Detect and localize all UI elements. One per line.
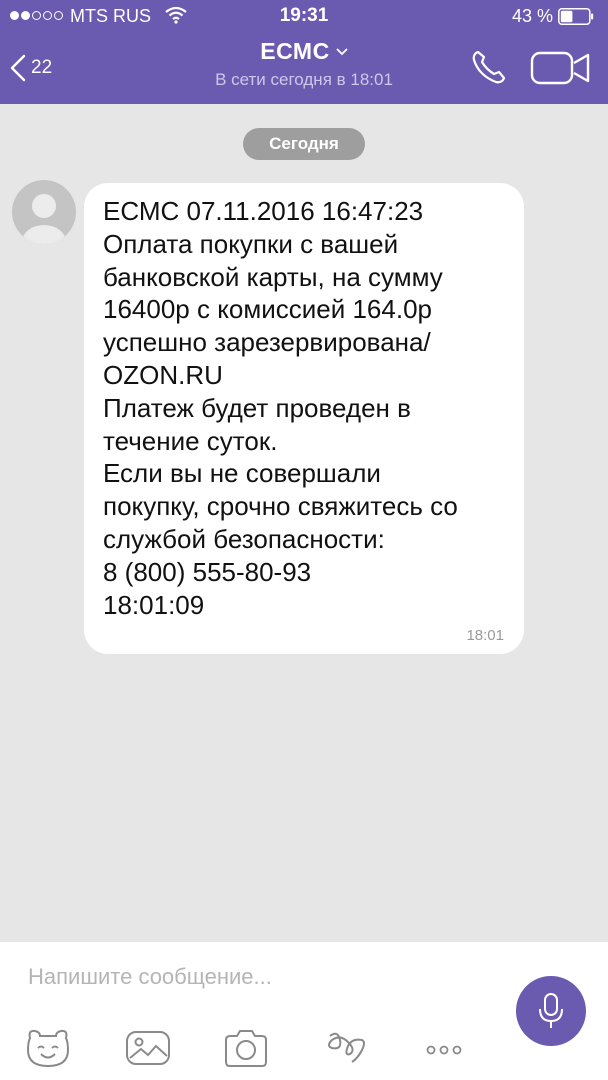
message-line: 16400р с комиссией 164.0р	[103, 294, 432, 325]
message-time: 18:01	[466, 627, 504, 644]
message-input[interactable]	[28, 960, 488, 994]
doodle-icon[interactable]	[322, 1026, 370, 1070]
camera-icon[interactable]	[222, 1026, 270, 1070]
status-bar: MTS RUS 19:31 43 %	[0, 0, 608, 34]
last-seen-status: В сети сегодня в 18:01	[215, 70, 393, 89]
message-line: ЕСМС 07.11.2016 16:47:23	[103, 196, 424, 226]
nav-bar: 22 ЕСМС В сети сегодня в 18:01	[0, 34, 608, 104]
more-icon[interactable]	[420, 1026, 468, 1070]
message-line: OZON.RU	[103, 359, 223, 390]
message-line: покупку, срочно свяжитесь со	[103, 491, 458, 522]
message-line: течение суток.	[103, 425, 278, 456]
phone-icon[interactable]	[470, 48, 508, 86]
video-camera-icon[interactable]	[530, 50, 592, 86]
message-line: банковской карты, на сумму	[103, 261, 443, 292]
date-separator: Сегодня	[243, 128, 365, 160]
message-line: Оплата покупки с вашей	[103, 228, 399, 259]
battery-percent: 43 %	[511, 6, 553, 26]
avatar[interactable]	[12, 180, 76, 244]
sticker-icon[interactable]	[24, 1026, 72, 1070]
message-line: успешно зарезервирована/	[103, 327, 431, 358]
chat-title: ЕСМС	[260, 38, 330, 64]
microphone-icon	[539, 993, 563, 1028]
message-text: ЕСМС 07.11.2016 16:47:23 Оплата покупки с…	[103, 195, 515, 621]
message-line: службой безопасности:	[103, 523, 385, 554]
message-bubble[interactable]: ЕСМС 07.11.2016 16:47:23 Оплата покупки с…	[84, 183, 524, 654]
chevron-down-icon	[336, 48, 348, 56]
message-line: 18:01:09	[103, 589, 205, 620]
voice-message-button[interactable]	[516, 976, 586, 1046]
composer	[0, 942, 608, 1080]
message-line: 8 (800) 555-80-93	[103, 556, 312, 587]
message-line: Если вы не совершали	[103, 458, 381, 489]
chat-header: MTS RUS 19:31 43 % 22 ЕСМС В сети сегодн…	[0, 0, 608, 104]
message-line: Платеж будет проведен в	[103, 392, 411, 423]
gallery-icon[interactable]	[124, 1026, 172, 1070]
battery-icon	[558, 8, 594, 25]
default-avatar-icon	[22, 194, 66, 244]
chat-title-button[interactable]: ЕСМС	[0, 38, 608, 65]
